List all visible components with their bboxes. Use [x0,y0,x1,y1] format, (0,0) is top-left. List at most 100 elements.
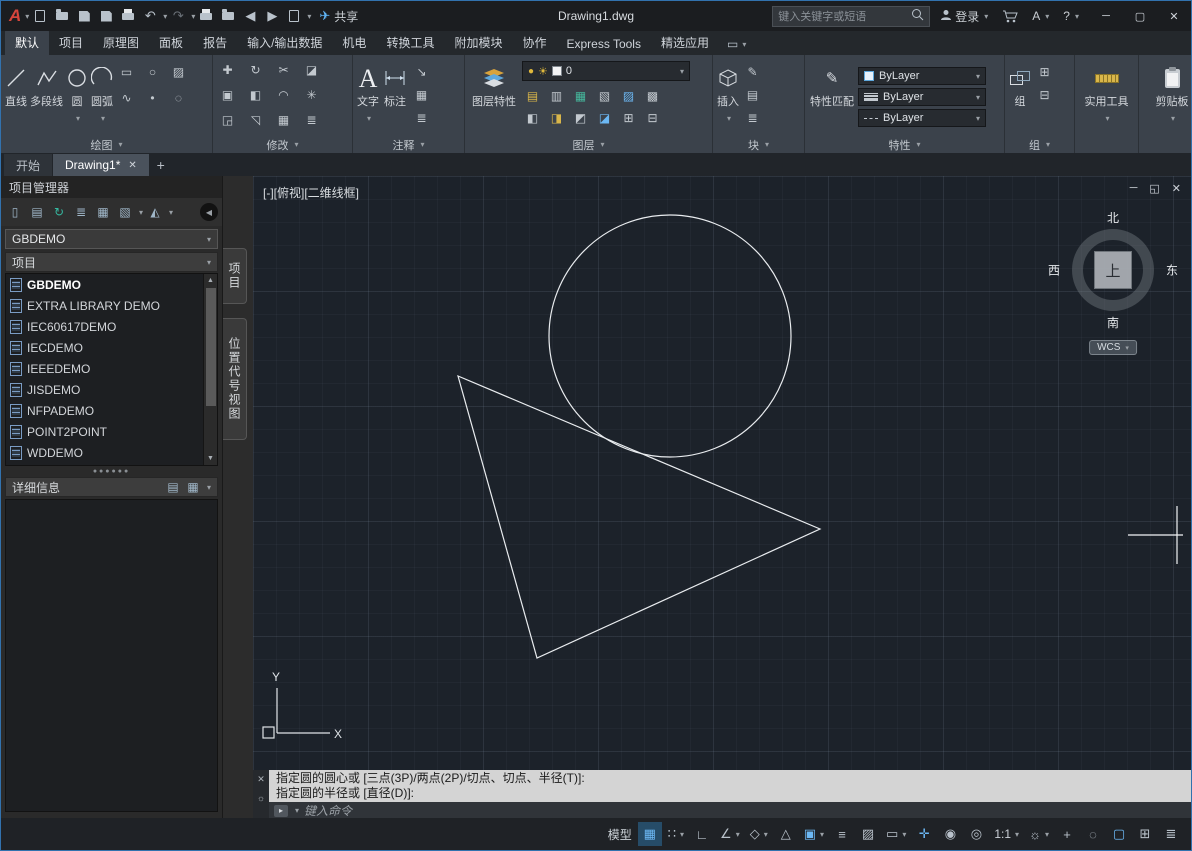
next-project-button[interactable]: ▶ [261,4,283,28]
file-tab-start[interactable]: 开始 [4,154,53,176]
batch-plot-button[interactable] [283,4,305,28]
layer-tool-lock-icon[interactable]: ▧ [594,86,615,105]
workspace-caret-icon[interactable]: ▾ [1045,830,1049,839]
group-edit-icon[interactable]: ⊟ [1034,85,1055,104]
customize-button[interactable]: ≣ [1159,822,1183,846]
redo-button[interactable]: ↷ [167,4,189,28]
panel-label-groups[interactable]: 组 ▾ [1005,136,1074,153]
ribbon-tab-import-export[interactable]: 输入/输出数据 [237,30,332,55]
rectangle-tool-icon[interactable]: ▭ [116,62,137,81]
viewcube-south-label[interactable]: 南 [1107,314,1119,331]
layer-tool-delete-icon[interactable]: ⊟ [642,108,663,127]
drawn-triangle[interactable] [457,374,822,659]
layer-select-caret-icon[interactable]: ▾ [680,67,684,76]
arc-caret-icon[interactable]: ▾ [101,112,105,125]
tree-item-gbdemo[interactable]: GBDEMO [6,274,203,295]
workspace-switching-button[interactable]: ☼ ▾ [1025,822,1053,846]
ungroup-icon[interactable]: ⊞ [1034,62,1055,81]
palette-splitter[interactable]: ●●●●●● [1,466,222,476]
auto-hide-icon[interactable]: ◀ [200,203,218,221]
trim-tool-icon[interactable]: ✂ [273,60,294,79]
move-tool-icon[interactable]: ✚ [217,60,238,79]
lineweight-toggle[interactable]: ≡ [830,822,854,846]
erase-tool-icon[interactable]: ◪ [301,60,322,79]
preview-icon[interactable]: ▦ [93,202,113,222]
selection-cycling-toggle[interactable]: ▭ ▾ [882,822,910,846]
table-tool-icon[interactable]: ▦ [411,85,432,104]
minimize-button[interactable]: ─ [1089,1,1123,31]
ellipse-tool-icon[interactable]: ○ [142,62,163,81]
clipboard-button[interactable]: 剪贴板 ▾ [1156,58,1189,153]
arc-tool[interactable]: 圆弧 ▾ [91,58,113,136]
file-tab-close-icon[interactable]: ✕ [128,160,136,171]
close-button[interactable]: ✕ [1157,1,1191,31]
panel-label-layers[interactable]: 图层 ▾ [465,136,712,153]
autocad-logo-icon[interactable]: A [7,6,23,26]
spline-tool-icon[interactable]: ∿ [116,88,137,107]
viewcube-west-label[interactable]: 西 [1048,262,1060,279]
scroll-down-icon[interactable]: ▼ [207,452,214,465]
fillet-tool-icon[interactable]: ◠ [273,85,294,104]
object-color-select[interactable]: ByLayer ▾ [858,67,986,85]
details-preview-icon[interactable]: ▦ [185,479,201,495]
isometric-caret-icon[interactable]: ▾ [764,830,768,839]
ribbon-tab-featured[interactable]: 精选应用 [651,30,719,55]
insert-block-button[interactable]: 插入 ▾ [717,58,739,136]
isolate-objects-button[interactable]: ◌ [1081,822,1105,846]
polar-caret-icon[interactable]: ▾ [736,830,740,839]
panel-label-draw[interactable]: 绘图 ▾ [1,136,212,153]
viewcube-north-label[interactable]: 北 [1107,209,1119,226]
project-select[interactable]: GBDEMO ▾ [5,229,218,249]
save-as-button[interactable] [95,4,117,28]
circle-tool[interactable]: 圆 ▾ [66,58,88,136]
command-wrench-icon[interactable]: ☼ [257,793,265,803]
ribbon-tab-project[interactable]: 项目 [49,30,93,55]
sign-in-button[interactable]: 登录 ▾ [934,4,994,28]
block-editor-icon[interactable]: ▤ [742,85,763,104]
point-tool-icon[interactable]: • [142,88,163,107]
match-properties-button[interactable]: ✎ 特性匹配 [809,58,855,136]
layer-tool-prev-icon[interactable]: ▩ [642,86,663,105]
layer-tool-unlock-icon[interactable]: ◩ [570,108,591,127]
plot-button[interactable] [117,4,139,28]
ribbon-display-toggle[interactable]: ▭ ▾ [719,37,754,55]
layer-tool-freeze-icon[interactable]: ▦ [570,86,591,105]
ucs-icon[interactable]: Y X [262,670,342,741]
layer-tool-isolate-icon[interactable]: ▥ [546,86,567,105]
osnap-caret-icon[interactable]: ▾ [820,830,824,839]
leader-tool-icon[interactable]: ↘ [411,62,432,81]
ribbon-tab-addins[interactable]: 附加模块 [444,30,512,55]
wcs-menu[interactable]: WCS ▾ [1089,340,1137,355]
scale-tool-icon[interactable]: ◹ [245,110,266,129]
ribbon-tab-panel[interactable]: 面板 [149,30,193,55]
drawn-circle[interactable] [548,214,792,458]
undo-button[interactable]: ↶ [139,4,161,28]
search-box[interactable]: 键入关键字或短语 [772,5,931,27]
line-tool[interactable]: 直线 [5,58,27,136]
command-close-icon[interactable]: ✕ [257,774,265,785]
model-space-button[interactable]: 模型 [604,822,636,846]
scale-caret-icon[interactable]: ▾ [1015,830,1019,839]
isometric-drafting-toggle[interactable]: ◇ ▾ [746,822,772,846]
details-list-icon[interactable]: ▤ [165,479,181,495]
publish-icon[interactable]: ◭ [145,202,165,222]
polar-tracking-toggle[interactable]: ∠ ▾ [716,822,744,846]
publish-caret-icon[interactable]: ▾ [169,208,173,217]
new-file-button[interactable] [29,4,51,28]
annotation-visibility-toggle[interactable]: ◉ [938,822,962,846]
side-tab-location-view[interactable]: 位置代号视图 [223,318,247,440]
copy-tool-icon[interactable]: ▣ [217,85,238,104]
layer-tool-current-icon[interactable]: ◪ [594,108,615,127]
autodesk-app-button[interactable]: A ▾ [1026,4,1055,28]
layer-properties-button[interactable]: 图层特性 [469,58,519,136]
ribbon-tab-express[interactable]: Express Tools [556,33,650,55]
ribbon-tab-schematic[interactable]: 原理图 [93,30,149,55]
tree-scrollbar[interactable]: ▲ ▼ [203,274,217,465]
panel-label-block[interactable]: 块 ▾ [713,136,804,153]
viewcube[interactable]: 上 北 南 西 东 WCS ▾ [1048,211,1178,355]
snap-caret-icon[interactable]: ▾ [680,830,684,839]
dynamic-input-toggle[interactable]: ✛ [912,822,936,846]
text-style-icon[interactable]: ≣ [411,108,432,127]
plot-project-icon[interactable]: ▧ [115,202,135,222]
offset-tool-icon[interactable]: ≣ [301,110,322,129]
